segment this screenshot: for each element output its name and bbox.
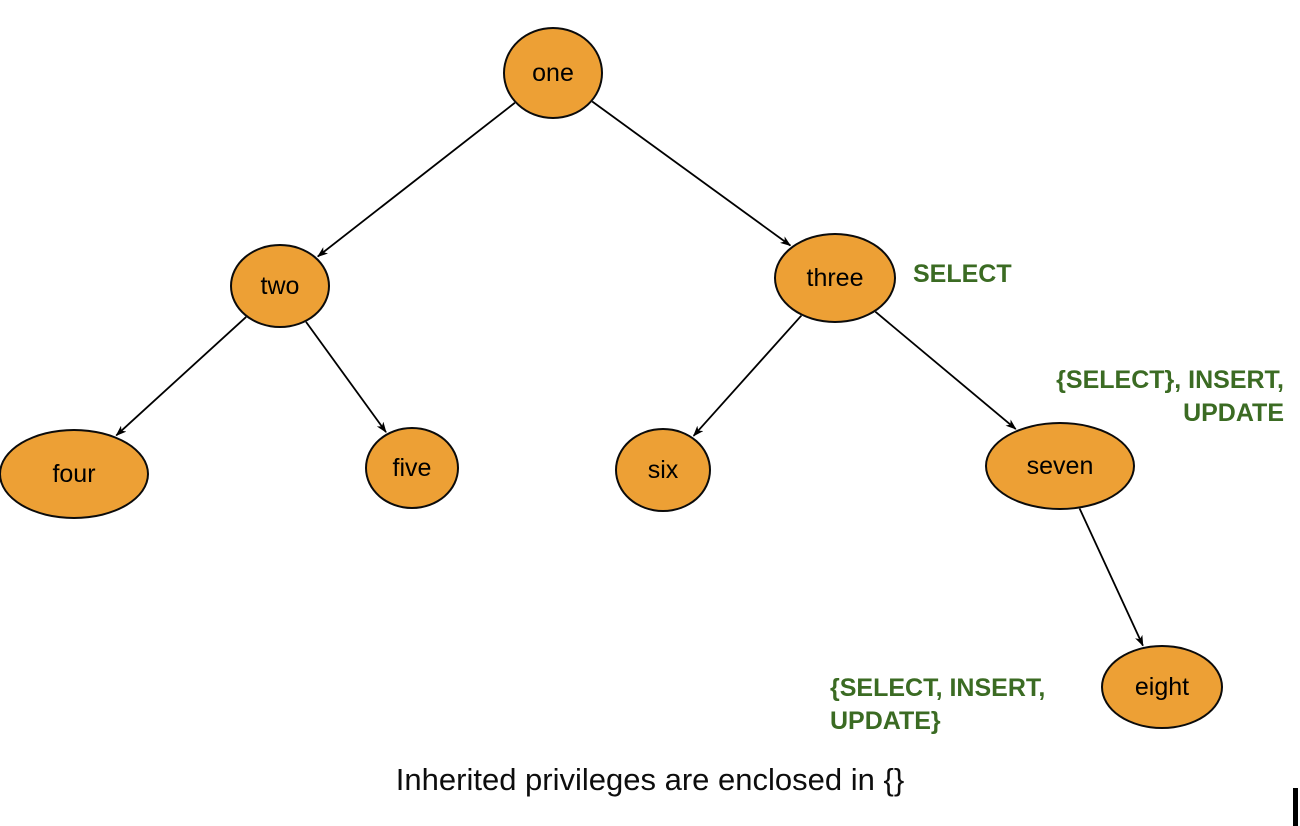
node-label: two	[260, 271, 300, 300]
node-label: one	[532, 58, 574, 87]
page-edge-marker	[1293, 788, 1298, 826]
edge-seven-to-eight	[1078, 508, 1144, 647]
node-label: four	[52, 459, 96, 488]
node-label: six	[647, 455, 679, 484]
edge-one-to-two	[317, 102, 516, 258]
privilege-label-eight: {SELECT, INSERT, UPDATE}	[830, 674, 1046, 735]
node-two[interactable]: two	[230, 244, 330, 328]
node-one[interactable]: one	[503, 27, 603, 119]
node-label: seven	[1026, 451, 1094, 480]
node-six[interactable]: six	[615, 428, 711, 512]
node-three[interactable]: three	[774, 233, 896, 323]
node-five[interactable]: five	[365, 427, 459, 509]
privilege-label-three: SELECT	[913, 260, 1012, 288]
node-four[interactable]: four	[0, 429, 149, 519]
node-label: five	[392, 453, 432, 482]
edge-one-to-three	[591, 100, 792, 247]
edge-two-to-four	[115, 316, 247, 437]
diagram-caption: Inherited privileges are enclosed in {}	[395, 762, 905, 797]
privilege-label-seven: {SELECT}, INSERT, UPDATE	[1056, 366, 1284, 427]
edge-three-to-seven	[874, 311, 1017, 430]
diagram-canvas: one two three four five six seven eight …	[0, 0, 1300, 826]
node-label: three	[806, 263, 864, 292]
node-eight[interactable]: eight	[1101, 645, 1223, 729]
node-label: eight	[1134, 672, 1190, 701]
node-seven[interactable]: seven	[985, 422, 1135, 510]
edge-two-to-five	[305, 321, 387, 433]
edge-three-to-six	[692, 314, 803, 437]
